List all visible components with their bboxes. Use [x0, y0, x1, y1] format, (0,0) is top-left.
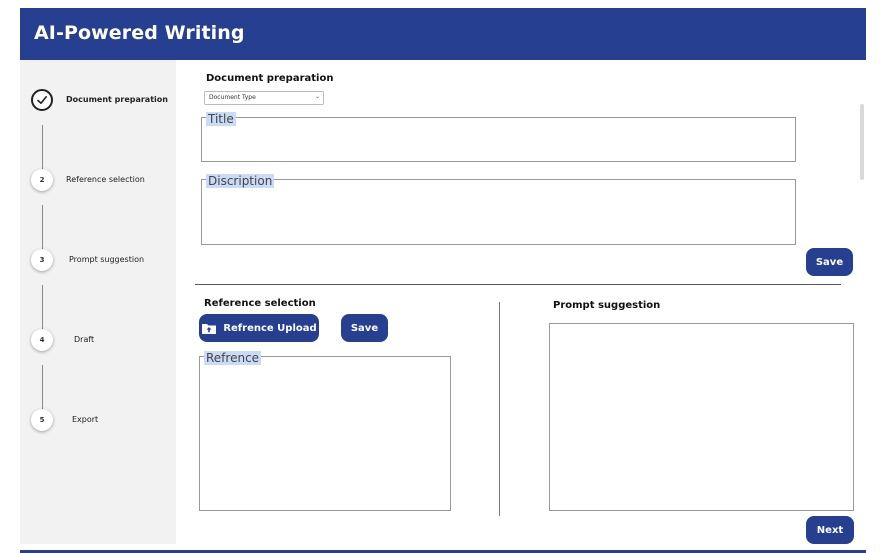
step-number: 2 — [31, 169, 53, 191]
reference-selection-title: Reference selection — [204, 298, 316, 309]
chevron-down-icon: ⌄ — [314, 93, 320, 100]
step-label: Draft — [74, 335, 95, 344]
step-export[interactable]: 5 Export — [20, 407, 176, 433]
description-field[interactable]: Discription — [201, 174, 796, 245]
check-circle-icon — [31, 89, 53, 111]
reference-field[interactable]: Refrence — [199, 351, 451, 511]
save-label: Save — [350, 322, 379, 334]
step-reference-selection[interactable]: 2 Reference selection — [20, 167, 176, 193]
step-label: Reference selection — [66, 175, 145, 184]
reference-upload-button[interactable]: Refrence Upload — [199, 314, 319, 342]
app-title: AI-Powered Writing — [34, 22, 245, 44]
app-window: AI-Powered Writing Document preparation … — [20, 8, 866, 553]
step-label: Export — [72, 415, 99, 424]
step-label: Prompt suggestion — [69, 255, 145, 264]
save-reference-button[interactable]: Save — [341, 314, 388, 342]
title-field-label: Title — [206, 112, 236, 126]
document-type-value: Document Type — [209, 94, 256, 101]
step-document-preparation[interactable]: Document preparation — [20, 87, 176, 113]
next-button[interactable]: Next — [806, 516, 854, 544]
scrollbar-thumb[interactable] — [860, 104, 864, 180]
next-label: Next — [816, 524, 844, 536]
step-prompt-suggestion[interactable]: 3 Prompt suggestion — [20, 247, 176, 273]
step-draft[interactable]: 4 Draft — [20, 327, 176, 353]
step-label: Document preparation — [66, 95, 168, 104]
main-content: Document preparation Document Type ⌄ Tit… — [176, 60, 866, 544]
app-header: AI-Powered Writing — [20, 8, 866, 60]
reference-field-label: Refrence — [204, 351, 262, 365]
reference-upload-label: Refrence Upload — [223, 322, 317, 334]
prompt-suggestion-box[interactable] — [549, 323, 854, 511]
column-divider — [499, 302, 500, 516]
document-type-select[interactable]: Document Type ⌄ — [204, 91, 324, 105]
save-label: Save — [815, 256, 844, 268]
section-divider — [195, 284, 841, 285]
folder-upload-icon — [202, 323, 217, 334]
save-document-button[interactable]: Save — [806, 248, 853, 276]
title-field[interactable]: Title — [201, 112, 796, 162]
step-number: 4 — [31, 329, 53, 351]
prompt-suggestion-title: Prompt suggestion — [553, 300, 661, 311]
step-number: 3 — [31, 249, 53, 271]
step-number: 5 — [31, 409, 53, 431]
document-preparation-title: Document preparation — [206, 73, 334, 84]
stepper-sidebar: Document preparation 2 Reference selecti… — [20, 60, 176, 544]
description-field-label: Discription — [206, 174, 275, 188]
